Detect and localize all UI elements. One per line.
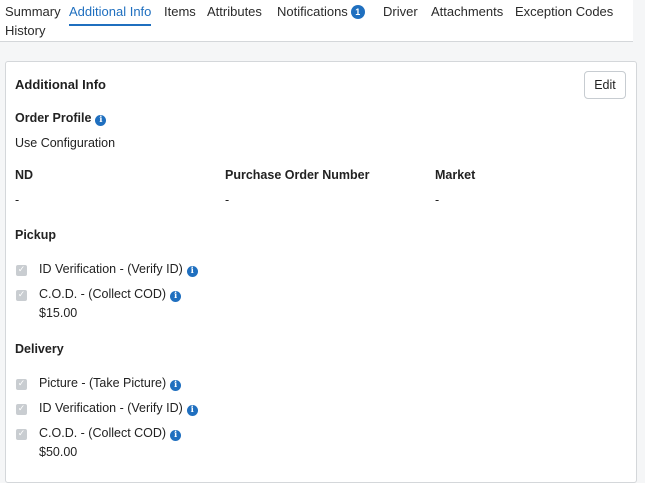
checkbox-checked-icon: ✓ xyxy=(16,290,27,301)
field-label-nd: ND xyxy=(15,168,34,182)
delivery-item-id-verification: ID Verification - (Verify ID) i xyxy=(39,401,198,416)
tab-bar: Summary Additional Info Items Attributes… xyxy=(0,0,633,42)
field-value-market: - xyxy=(435,193,440,207)
info-icon[interactable]: i xyxy=(186,405,198,416)
checkbox-checked-icon: ✓ xyxy=(16,429,27,440)
field-value-nd: - xyxy=(15,193,20,207)
field-label-purchase-order-number: Purchase Order Number xyxy=(225,168,370,182)
info-icon[interactable]: i xyxy=(95,115,107,126)
tab-summary[interactable]: Summary xyxy=(5,4,61,20)
order-profile-label: Order Profile i xyxy=(15,111,107,126)
active-tab-underline xyxy=(69,24,152,26)
tab-exception-codes[interactable]: Exception Codes xyxy=(515,4,613,20)
edit-button[interactable]: Edit xyxy=(584,71,626,99)
tab-notifications-label: Notifications xyxy=(277,4,348,19)
pickup-item-id-verification: ID Verification - (Verify ID) i xyxy=(39,262,198,277)
checkbox-checked-icon: ✓ xyxy=(16,265,27,276)
info-icon[interactable]: i xyxy=(186,266,198,277)
tab-history[interactable]: History xyxy=(5,23,45,39)
card-title: Additional Info xyxy=(15,77,106,92)
order-profile-label-text: Order Profile xyxy=(15,111,92,125)
tab-notifications[interactable]: Notifications 1 xyxy=(277,4,365,20)
pickup-item-cod-label: C.O.D. - (Collect COD) xyxy=(39,287,167,301)
info-icon[interactable]: i xyxy=(170,430,182,441)
additional-info-card: Additional Info Edit Order Profile i Use … xyxy=(5,61,637,483)
delivery-cod-amount: $50.00 xyxy=(39,445,78,459)
tab-attributes[interactable]: Attributes xyxy=(207,4,262,20)
tab-attachments[interactable]: Attachments xyxy=(431,4,503,20)
delivery-item-picture-label: Picture - (Take Picture) xyxy=(39,376,167,390)
tab-items[interactable]: Items xyxy=(164,4,196,20)
checkbox-checked-icon: ✓ xyxy=(16,404,27,415)
checkbox-checked-icon: ✓ xyxy=(16,379,27,390)
tab-driver[interactable]: Driver xyxy=(383,4,418,20)
tab-additional-info-label: Additional Info xyxy=(69,4,152,19)
pickup-section-title: Pickup xyxy=(15,228,56,242)
delivery-section-title: Delivery xyxy=(15,342,64,356)
order-profile-value: Use Configuration xyxy=(15,136,116,150)
delivery-item-cod: C.O.D. - (Collect COD) i xyxy=(39,426,182,441)
pickup-cod-amount: $15.00 xyxy=(39,306,78,320)
pickup-item-cod: C.O.D. - (Collect COD) i xyxy=(39,287,182,302)
delivery-item-id-verification-label: ID Verification - (Verify ID) xyxy=(39,401,183,415)
delivery-item-picture: Picture - (Take Picture) i xyxy=(39,376,182,391)
pickup-item-id-verification-label: ID Verification - (Verify ID) xyxy=(39,262,183,276)
delivery-item-cod-label: C.O.D. - (Collect COD) xyxy=(39,426,167,440)
notification-count-badge: 1 xyxy=(350,5,365,19)
info-icon[interactable]: i xyxy=(170,291,182,302)
field-value-purchase-order-number: - xyxy=(225,193,230,207)
field-label-market: Market xyxy=(435,168,476,182)
info-icon[interactable]: i xyxy=(170,380,182,391)
tab-additional-info[interactable]: Additional Info xyxy=(69,4,152,26)
